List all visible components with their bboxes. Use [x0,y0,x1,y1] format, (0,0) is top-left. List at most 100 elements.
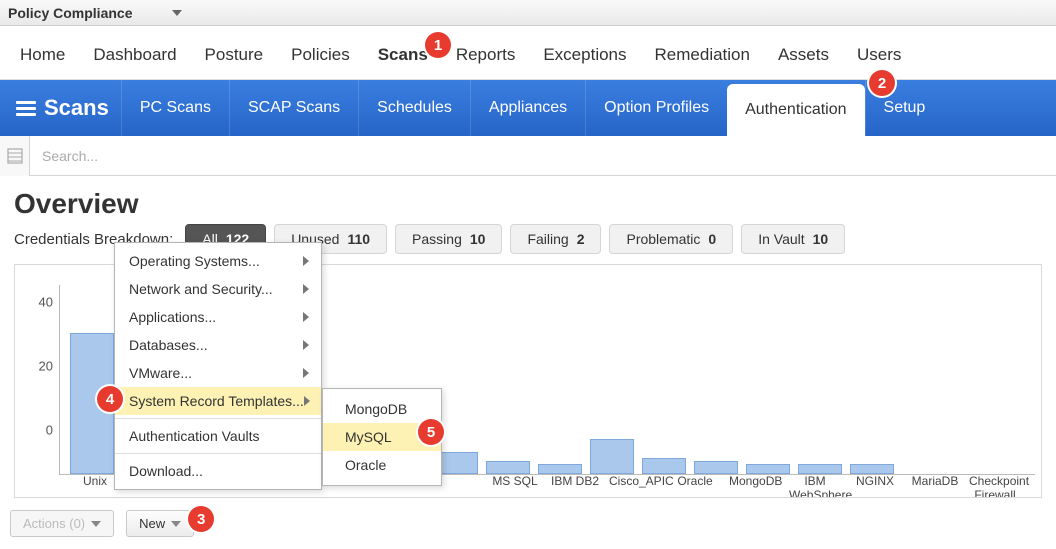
caret-right-icon [303,284,309,294]
menu-item-label: Applications... [129,309,216,325]
menu-separator [115,418,321,419]
tab-schedules[interactable]: Schedules [358,80,470,136]
tab-option-profiles[interactable]: Option Profiles [585,80,727,136]
bar[interactable] [642,458,686,474]
filter-failing[interactable]: Failing 2 [510,224,601,254]
bar[interactable] [746,464,790,474]
main-nav: Home Dashboard Posture Policies Scans Reports… [0,26,1056,80]
menu-item-applications[interactable]: Applications... [115,303,321,331]
caret-right-icon [303,312,309,322]
menu-item-label: VMware... [129,365,192,381]
callout-1: 1 [425,32,451,58]
filter-in-vault[interactable]: In Vault 10 [741,224,845,254]
nav-home[interactable]: Home [20,45,65,65]
tab-pc-scans[interactable]: PC Scans [121,80,229,136]
caret-right-icon [303,340,309,350]
bar-col [642,458,686,474]
filter-problematic[interactable]: Problematic 0 [609,224,733,254]
callout-3: 3 [188,506,214,532]
callout-4: 4 [97,386,123,412]
bar-col [798,464,842,474]
menu-item-label: Operating Systems... [129,253,260,269]
menu-item-label: Network and Security... [129,281,273,297]
callout-5: 5 [418,419,444,445]
bar[interactable] [850,464,894,474]
chevron-down-icon [91,521,101,527]
bar-col [486,461,530,474]
caret-right-icon [303,256,309,266]
menu-item-label: System Record Templates... [129,393,304,409]
bar[interactable] [798,464,842,474]
caret-right-icon [303,368,309,378]
y-tick: 20 [39,359,53,374]
list-view-icon[interactable] [0,136,30,176]
nav-reports[interactable]: Reports [456,45,516,65]
hamburger-icon [16,101,36,116]
menu-item-network-and-security[interactable]: Network and Security... [115,275,321,303]
new-menu: Operating Systems... Network and Security… [114,242,322,490]
menu-item-system-record-templates[interactable]: System Record Templates... [115,387,321,415]
bar[interactable] [486,461,530,474]
menu-item-label: Databases... [129,337,208,353]
actions-button[interactable]: Actions (0) [10,510,114,537]
nav-posture[interactable]: Posture [205,45,264,65]
y-tick: 0 [46,423,53,438]
bar-col [694,461,738,474]
menu-item-download[interactable]: Download... [115,457,321,485]
x-label: Oracle [669,475,721,498]
nav-exceptions[interactable]: Exceptions [543,45,626,65]
x-label: MS SQL [489,475,541,498]
search-bar [0,136,1056,176]
sub-nav-title: Scans [16,80,121,136]
menu-item-operating-systems[interactable]: Operating Systems... [115,247,321,275]
menu-item-vmware[interactable]: VMware... [115,359,321,387]
bar-col [590,439,634,474]
chevron-down-icon [172,10,182,16]
nav-remediation[interactable]: Remediation [655,45,750,65]
y-tick: 40 [39,295,53,310]
bar[interactable] [590,439,634,474]
submenu-item-mongodb[interactable]: MongoDB [323,395,441,423]
bar-col [538,464,582,474]
tab-scap-scans[interactable]: SCAP Scans [229,80,358,136]
bar-col [850,464,894,474]
bottom-toolbar: Actions (0) New 3 [0,502,1056,547]
app-selector-bar: Policy Compliance [0,0,1056,26]
x-label: MariaDB [909,475,961,498]
x-label: NGINX [849,475,901,498]
sub-nav: Scans PC ScansSCAP ScansSchedulesApplian… [0,80,1056,136]
tab-appliances[interactable]: Appliances [470,80,585,136]
new-button[interactable]: New [126,510,194,537]
chevron-down-icon [171,521,181,527]
callout-2: 2 [869,70,895,96]
nav-assets[interactable]: Assets [778,45,829,65]
new-button-label: New [139,516,165,531]
bar[interactable] [694,461,738,474]
x-label: IBM WebSphere App Server [789,475,841,498]
app-selector[interactable]: Policy Compliance [8,5,182,21]
filter-passing[interactable]: Passing 10 [395,224,502,254]
actions-button-label: Actions (0) [23,516,85,531]
tab-authentication[interactable]: Authentication [727,84,864,136]
nav-scans[interactable]: Scans [378,45,428,65]
x-label: Checkpoint Firewall [969,475,1021,498]
caret-right-icon [304,396,310,406]
sub-nav-title-text: Scans [44,95,109,121]
nav-users[interactable]: Users [857,45,901,65]
bar[interactable] [538,464,582,474]
app-selector-label: Policy Compliance [8,5,132,21]
bar-col [746,464,790,474]
menu-item-databases[interactable]: Databases... [115,331,321,359]
menu-item-authentication-vaults[interactable]: Authentication Vaults [115,422,321,450]
menu-item-label: Authentication Vaults [129,428,260,444]
x-label: Cisco_APIC [609,475,661,498]
menu-separator [115,453,321,454]
nav-dashboard[interactable]: Dashboard [93,45,176,65]
x-label: IBM DB2 [549,475,601,498]
submenu-item-oracle[interactable]: Oracle [323,451,441,479]
x-label: MongoDB [729,475,781,498]
page-title: Overview [14,188,1042,220]
nav-policies[interactable]: Policies [291,45,350,65]
menu-item-label: Download... [129,463,203,479]
search-input[interactable] [30,137,1056,175]
